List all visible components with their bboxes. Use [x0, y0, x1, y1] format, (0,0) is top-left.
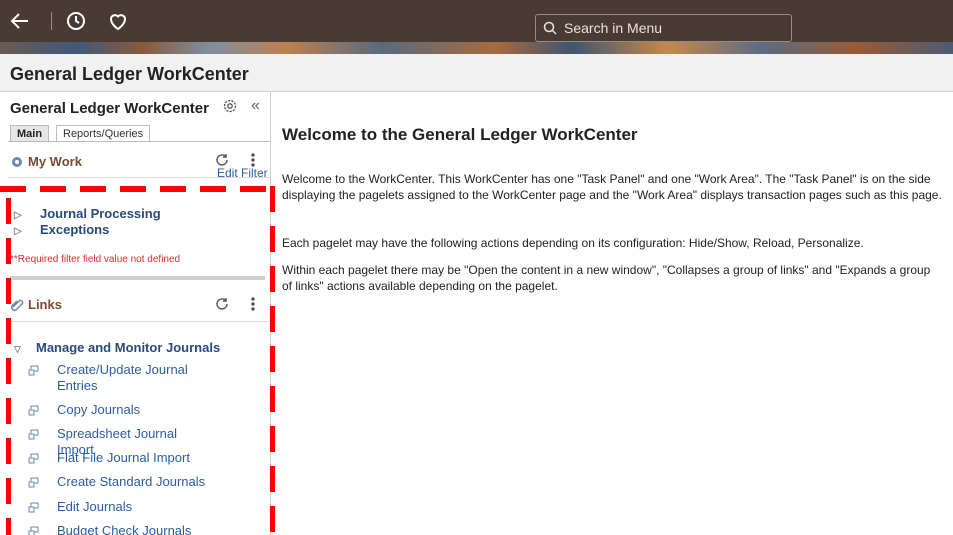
tree-item-label: Journal Processing	[40, 206, 161, 221]
heart-icon[interactable]	[106, 9, 130, 33]
link-label: Create/Update Journal Entries	[57, 362, 188, 393]
link-budget-check-journals[interactable]: Budget Check Journals	[28, 523, 208, 535]
new-window-icon[interactable]	[28, 404, 39, 420]
filter-error-message: **Required filter field value not define…	[10, 254, 181, 265]
tree-item-label: Exceptions	[40, 222, 110, 237]
link-edit-journals[interactable]: Edit Journals	[28, 499, 208, 515]
gear-icon[interactable]	[222, 98, 238, 119]
link-label: Budget Check Journals	[57, 523, 192, 535]
link-copy-journals[interactable]: Copy Journals	[28, 402, 208, 418]
new-window-icon[interactable]	[28, 476, 39, 492]
highlight-border-top	[0, 186, 274, 192]
tab-reports-queries[interactable]: Reports/Queries	[56, 125, 151, 142]
search-placeholder: Search in Menu	[564, 20, 663, 36]
search-input[interactable]: Search in Menu	[535, 14, 792, 42]
task-panel: General Ledger WorkCenter « Main Reports…	[0, 92, 271, 535]
link-label: Flat File Journal Import	[57, 450, 190, 465]
tree-item-journal-processing[interactable]: ▷ Journal Processing	[14, 206, 161, 221]
edit-filter-link[interactable]: Edit Filter	[217, 166, 268, 180]
link-flat-file-journal-import[interactable]: Flat File Journal Import	[28, 450, 208, 466]
top-bar: Search in Menu	[0, 0, 953, 42]
kebab-icon[interactable]	[250, 296, 256, 317]
my-work-icon	[10, 155, 24, 174]
resize-grip[interactable]	[10, 276, 265, 280]
highlight-border-left	[6, 198, 11, 535]
welcome-paragraph-3: Within each pagelet there may be "Open t…	[282, 263, 931, 293]
welcome-paragraph-2: Each pagelet may have the following acti…	[282, 236, 864, 250]
welcome-heading: Welcome to the General Ledger WorkCenter	[282, 125, 638, 144]
my-work-title[interactable]: My Work	[28, 154, 82, 169]
expand-arrow-icon[interactable]: ▷	[14, 226, 40, 237]
link-label: Copy Journals	[57, 402, 141, 417]
section-manage-monitor-journals[interactable]: ▽ Manage and Monitor Journals	[14, 340, 220, 355]
new-window-icon[interactable]	[28, 452, 39, 468]
topbar-divider	[51, 12, 52, 30]
new-window-icon[interactable]	[28, 525, 39, 535]
page-title: General Ledger WorkCenter	[10, 64, 249, 84]
welcome-paragraph-1: Welcome to the WorkCenter. This WorkCent…	[282, 172, 942, 202]
tab-divider	[8, 141, 270, 142]
clock-icon[interactable]	[64, 9, 88, 33]
work-area: Welcome to the General Ledger WorkCenter…	[272, 92, 953, 535]
links-title[interactable]: Links	[28, 297, 62, 312]
refresh-icon[interactable]	[214, 296, 230, 317]
link-label: Edit Journals	[57, 499, 133, 514]
new-window-icon[interactable]	[28, 501, 39, 517]
section-label: Manage and Monitor Journals	[36, 340, 221, 355]
links-icon	[10, 298, 24, 317]
tree-item-exceptions[interactable]: ▷ Exceptions	[14, 222, 109, 237]
search-icon	[543, 21, 557, 35]
collapse-arrow-icon[interactable]: ▽	[14, 344, 36, 355]
page-title-bar: General Ledger WorkCenter	[0, 54, 953, 92]
collapse-panel-button[interactable]: «	[251, 97, 260, 115]
tab-main[interactable]: Main	[10, 125, 50, 142]
expand-arrow-icon[interactable]: ▷	[14, 210, 40, 221]
links-header: Links	[8, 286, 270, 322]
new-window-icon[interactable]	[28, 364, 39, 380]
new-window-icon[interactable]	[28, 428, 39, 444]
link-label: Create Standard Journals	[57, 474, 206, 489]
link-create-update-journal-entries[interactable]: Create/Update Journal Entries	[28, 362, 208, 394]
link-create-standard-journals[interactable]: Create Standard Journals	[28, 474, 208, 490]
header-banner	[0, 42, 953, 54]
back-arrow-icon[interactable]	[8, 9, 32, 33]
panel-title: General Ledger WorkCenter	[10, 100, 209, 117]
